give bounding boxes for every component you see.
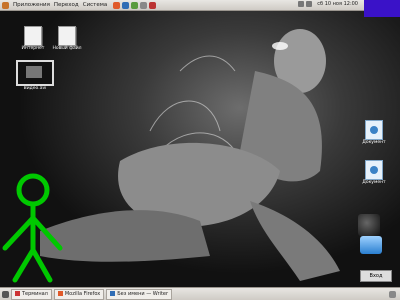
desktop-icon-new-file[interactable]: Новый файл bbox=[52, 26, 82, 51]
ubuntu-logo-icon[interactable] bbox=[2, 1, 9, 9]
mail-launcher-icon[interactable] bbox=[122, 1, 130, 9]
taskbar-item-terminal[interactable]: Терминал bbox=[11, 288, 52, 300]
trash-icon[interactable] bbox=[389, 290, 396, 298]
network-icon[interactable] bbox=[298, 1, 305, 7]
show-desktop-icon[interactable] bbox=[2, 290, 9, 298]
stickman-drawing bbox=[2, 173, 63, 283]
menu-places[interactable]: Переход bbox=[54, 2, 79, 8]
bottom-panel: Терминал Mozilla Firefox Без имени — Wri… bbox=[0, 287, 400, 300]
trash-bucket-icon[interactable] bbox=[360, 236, 382, 254]
firefox-launcher-icon[interactable] bbox=[113, 1, 121, 9]
volume-icon[interactable] bbox=[306, 1, 313, 7]
firefox-task-icon bbox=[57, 290, 63, 296]
desktop-icon-label: Интернет bbox=[21, 46, 45, 51]
file-icon bbox=[58, 26, 76, 46]
menu-applications[interactable]: Приложения bbox=[13, 2, 50, 8]
desktop-icon-document-2[interactable]: Документ bbox=[356, 160, 392, 185]
taskbar-item-firefox[interactable]: Mozilla Firefox bbox=[53, 288, 105, 300]
file-icon bbox=[24, 26, 42, 46]
accent-block bbox=[364, 0, 400, 17]
video-thumbnail-icon bbox=[16, 60, 54, 86]
taskbar-item-writer[interactable]: Без имени — Writer bbox=[106, 288, 173, 300]
system-tray: сб 10 ноя 12:00 bbox=[298, 1, 358, 7]
shutdown-launcher-icon[interactable] bbox=[149, 1, 157, 9]
top-panel: Приложения Переход Система сб 10 ноя 12:… bbox=[0, 0, 400, 11]
document-icon bbox=[365, 120, 383, 140]
desktop-icon-internet[interactable]: Интернет bbox=[18, 26, 48, 51]
desktop-icon-label: Новый файл bbox=[52, 46, 82, 51]
desktop-icon-label: Документ bbox=[362, 180, 386, 185]
login-button[interactable]: Вход bbox=[360, 270, 392, 282]
user-avatar-icon[interactable] bbox=[358, 214, 380, 236]
desktop-icon-video[interactable]: Видео.avi bbox=[14, 60, 56, 91]
desktop-icon-label: Документ bbox=[362, 140, 386, 145]
desktop-icon-label: Видео.avi bbox=[23, 86, 47, 91]
clock[interactable]: сб 10 ноя 12:00 bbox=[317, 1, 358, 7]
terminal-launcher-icon[interactable] bbox=[140, 1, 148, 9]
menu-system[interactable]: Система bbox=[83, 2, 108, 8]
desktop-icon-document-1[interactable]: Документ bbox=[356, 120, 392, 145]
document-icon bbox=[365, 160, 383, 180]
terminal-task-icon bbox=[15, 290, 20, 296]
help-launcher-icon[interactable] bbox=[131, 1, 139, 9]
writer-task-icon bbox=[110, 290, 116, 296]
